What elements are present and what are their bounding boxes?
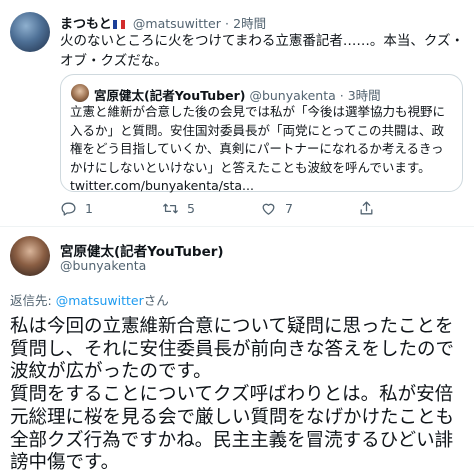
- main-user-handle[interactable]: @bunyakenta: [60, 258, 146, 273]
- reply-button[interactable]: 1: [60, 200, 93, 217]
- quoted-user-name: 宮原健太(記者YouTuber): [94, 88, 246, 103]
- quoted-tweet[interactable]: 宮原健太(記者YouTuber) @bunyakenta · 3時間 立憲と維新…: [60, 74, 463, 193]
- main-avatar[interactable]: [10, 236, 50, 276]
- reply-handle-link[interactable]: @matsuwitter: [56, 293, 144, 308]
- quoted-time: 3時間: [347, 88, 381, 103]
- tweet-actions: 1 5 7: [60, 200, 460, 220]
- quoted-header: 宮原健太(記者YouTuber) @bunyakenta · 3時間: [94, 85, 381, 104]
- separator-dot: ·: [339, 88, 344, 103]
- quoted-user-handle: @bunyakenta: [249, 88, 336, 103]
- separator-dot: ·: [225, 16, 230, 31]
- main-user-name[interactable]: 宮原健太(記者YouTuber): [60, 240, 224, 260]
- quoted-avatar: [71, 84, 89, 102]
- reply-suffix: さん: [143, 293, 169, 308]
- tweet-header: まつもと @matsuwitter · 2時間: [60, 13, 266, 32]
- share-button[interactable]: [358, 200, 375, 217]
- avatar[interactable]: [10, 12, 50, 52]
- tweet-text: 火のないところに火をつけてまわる立憲番記者……。本当、クズ・オブ・クズだな。: [60, 33, 465, 69]
- quoted-body: 立憲と維新が合意した後の会見では私が「今後は選挙協力も視野に入るか」と質問。安住…: [70, 104, 446, 175]
- user-handle[interactable]: @matsuwitter: [133, 16, 221, 31]
- user-name[interactable]: まつもと: [60, 17, 112, 32]
- france-flag-icon: [112, 20, 125, 29]
- like-button[interactable]: 7: [260, 200, 293, 217]
- main-tweet-text: 私は今回の立憲維新合意について疑問に思ったことを質問し、それに安住委員長が前向き…: [10, 316, 455, 474]
- divider: [0, 226, 474, 227]
- heart-icon: [262, 203, 275, 215]
- share-icon: [360, 201, 373, 215]
- retweet-icon: [163, 203, 178, 214]
- retweet-button[interactable]: 5: [162, 200, 195, 217]
- reply-count: 1: [85, 201, 93, 216]
- quoted-text: 立憲と維新が合意した後の会見では私が「今後は選挙協力も視野に入るか」と質問。安住…: [70, 103, 455, 196]
- quoted-link[interactable]: twitter.com/bunyakenta/sta...: [70, 178, 254, 193]
- top-tweet[interactable]: まつもと @matsuwitter · 2時間 火のないところに火をつけてまわる…: [0, 0, 474, 225]
- reply-context: 返信先: @matsuwitterさん: [10, 290, 169, 309]
- like-count: 7: [285, 201, 293, 216]
- retweet-count: 5: [187, 201, 195, 216]
- tweet-time[interactable]: 2時間: [233, 16, 266, 31]
- reply-label: 返信先:: [10, 293, 52, 308]
- reply-icon: [61, 202, 76, 216]
